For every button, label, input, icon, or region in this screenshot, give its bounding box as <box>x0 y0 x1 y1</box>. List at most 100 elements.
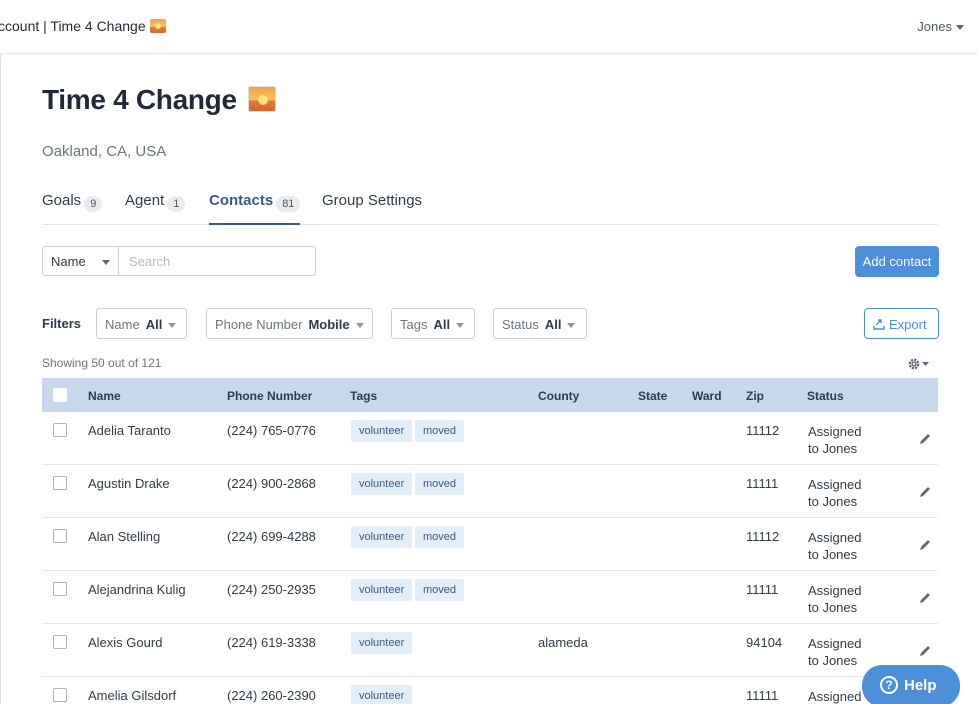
tag-chip: volunteer <box>351 420 413 442</box>
content-left-border <box>0 54 1 704</box>
search-input[interactable] <box>118 246 316 276</box>
edit-pencil-icon[interactable] <box>918 538 932 552</box>
status-line: to Jones <box>808 441 858 456</box>
edit-pencil-icon[interactable] <box>918 591 932 605</box>
contact-zip: 11111 <box>746 688 779 703</box>
sunrise-emoji-icon <box>248 86 277 112</box>
tag-chip: volunteer <box>351 632 413 654</box>
column-header-tags[interactable]: Tags <box>350 389 377 403</box>
tag-chip: volunteer <box>351 526 413 548</box>
breadcrumb[interactable]: ccount | Time 4 Change <box>0 18 166 34</box>
tab-agent[interactable]: Agent 1 <box>125 192 186 225</box>
tab-bar: Goals 9 Agent 1 Contacts 81 Group Settings <box>42 192 938 225</box>
status-line: to Jones <box>808 600 858 615</box>
tag-chip: moved <box>415 579 465 601</box>
contact-name: Alexis Gourd <box>88 635 163 650</box>
select-all-checkbox[interactable] <box>53 388 67 402</box>
column-header-name[interactable]: Name <box>88 389 121 403</box>
tab-label: Group Settings <box>322 192 423 209</box>
help-button[interactable]: ? Help <box>862 665 960 704</box>
count-badge: 9 <box>84 196 103 212</box>
row-checkbox[interactable] <box>53 582 67 596</box>
contact-phone: (224) 900-2868 <box>227 476 316 491</box>
tab-contacts[interactable]: Contacts 81 <box>209 192 301 225</box>
contact-status: Assigned to Jones <box>808 423 878 457</box>
tag-chip: moved <box>415 473 465 495</box>
tab-label: Goals <box>42 192 82 209</box>
tab-label: Contacts <box>209 192 274 209</box>
top-bar: ccount | Time 4 Change Jones <box>0 0 978 54</box>
status-line: to Jones <box>808 653 858 668</box>
contact-phone: (224) 765-0776 <box>227 423 316 438</box>
contact-status: Assigned to Jones <box>808 529 878 563</box>
tab-label: Agent <box>125 192 165 209</box>
column-settings-gear-icon[interactable] <box>906 356 932 372</box>
column-header-status[interactable]: Status <box>807 389 844 403</box>
chevron-down-icon <box>456 323 465 328</box>
status-line: Assigned <box>808 583 862 598</box>
search-field-value: Name <box>51 254 86 269</box>
user-menu[interactable]: Jones <box>917 19 964 34</box>
tab-group-settings[interactable]: Group Settings <box>322 192 422 225</box>
contact-phone: (224) 619-3338 <box>227 635 316 650</box>
filters-label: Filters <box>42 316 82 331</box>
filter-phone-number[interactable]: Phone Number Mobile <box>206 308 373 339</box>
contact-zip: 11112 <box>746 529 780 544</box>
tag-chip: volunteer <box>351 473 413 495</box>
results-count: Showing 50 out of 121 <box>42 356 162 370</box>
contact-zip: 94104 <box>746 635 783 650</box>
filter-tags[interactable]: Tags All <box>391 308 475 339</box>
contact-phone: (224) 250-2935 <box>227 582 316 597</box>
page-title: Time 4 Change <box>42 84 277 116</box>
filter-name-label: Phone Number <box>215 317 303 332</box>
question-mark-icon: ? <box>880 676 898 694</box>
edit-pencil-icon[interactable] <box>918 644 932 658</box>
contact-status: Assigned to Jones <box>808 635 878 669</box>
filter-value: All <box>433 317 451 332</box>
contact-name: Agustin Drake <box>88 476 170 491</box>
status-line: Assigned <box>808 530 862 545</box>
group-location: Oakland, CA, USA <box>42 143 167 160</box>
contact-phone: (224) 699-4288 <box>227 529 316 544</box>
contact-zip: 11112 <box>746 423 780 438</box>
contact-name: Amelia Gilsdorf <box>88 688 177 703</box>
edit-pencil-icon[interactable] <box>918 485 932 499</box>
column-header-ward[interactable]: Ward <box>692 389 722 403</box>
table-row[interactable]: Alan Stelling (224) 699-4288 volunteer m… <box>42 518 938 571</box>
add-contact-button[interactable]: Add contact <box>855 246 939 277</box>
count-badge: 1 <box>167 196 186 212</box>
filter-value: Mobile <box>308 317 350 332</box>
table-row[interactable]: Adelia Taranto (224) 765-0776 volunteer … <box>42 412 938 465</box>
column-header-phone[interactable]: Phone Number <box>227 389 312 403</box>
edit-pencil-icon[interactable] <box>918 432 932 446</box>
column-header-county[interactable]: County <box>538 389 579 403</box>
row-checkbox[interactable] <box>53 635 67 649</box>
help-label: Help <box>904 677 937 694</box>
chevron-down-icon <box>355 323 364 328</box>
search-field-select[interactable]: Name <box>42 246 119 276</box>
table-row[interactable]: Alejandrina Kulig (224) 250-2935 volunte… <box>42 571 938 624</box>
contact-status: Assigned to Jones <box>808 582 878 616</box>
export-button[interactable]: Export <box>864 308 939 339</box>
tab-goals[interactable]: Goals 9 <box>42 192 103 225</box>
status-line: Assigned <box>808 636 862 651</box>
table-row[interactable]: Agustin Drake (224) 900-2868 volunteer m… <box>42 465 938 518</box>
status-line: to Jones <box>808 494 858 509</box>
row-checkbox[interactable] <box>53 688 67 702</box>
status-line: to Jones <box>808 547 858 562</box>
table-row[interactable]: Alexis Gourd (224) 619-3338 volunteer al… <box>42 624 938 677</box>
filter-status[interactable]: Status All <box>493 308 587 339</box>
status-line: Assigned <box>808 477 862 492</box>
row-checkbox[interactable] <box>53 529 67 543</box>
status-line: Assigned <box>808 424 862 439</box>
column-header-zip[interactable]: Zip <box>746 389 764 403</box>
column-header-state[interactable]: State <box>638 389 667 403</box>
row-checkbox[interactable] <box>53 423 67 437</box>
table-row[interactable]: Amelia Gilsdorf (224) 260-2390 volunteer… <box>42 677 938 704</box>
tag-chip: moved <box>415 526 465 548</box>
chevron-down-icon <box>567 323 576 328</box>
count-badge: 81 <box>276 196 301 212</box>
filter-name[interactable]: Name All <box>96 308 187 339</box>
contact-zip: 11111 <box>746 582 779 597</box>
row-checkbox[interactable] <box>53 476 67 490</box>
